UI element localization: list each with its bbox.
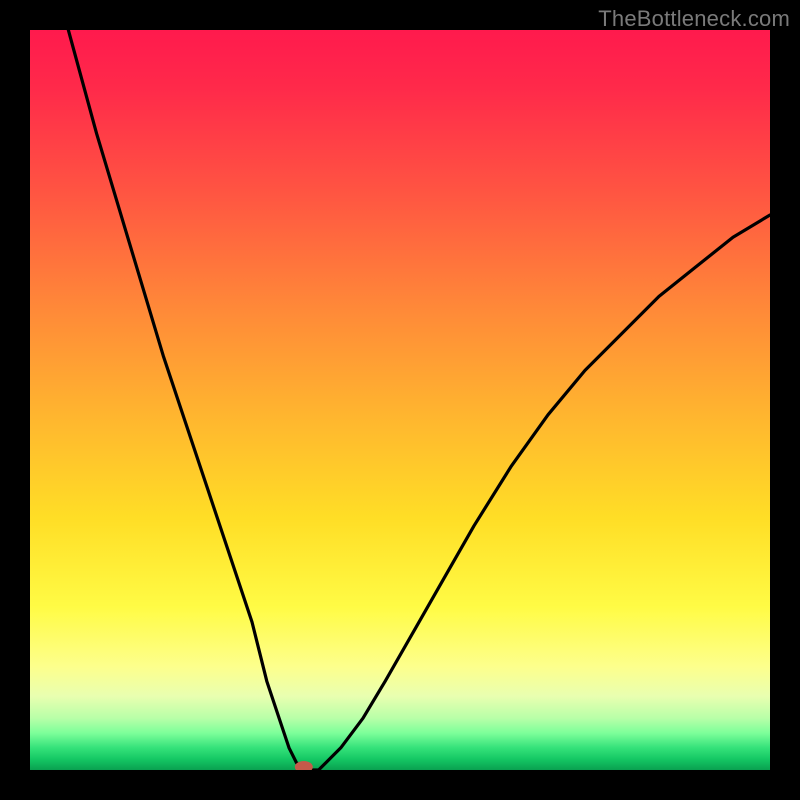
plot-area <box>30 30 770 770</box>
watermark-text: TheBottleneck.com <box>598 6 790 32</box>
chart-frame: TheBottleneck.com <box>0 0 800 800</box>
optimal-marker <box>30 30 770 770</box>
